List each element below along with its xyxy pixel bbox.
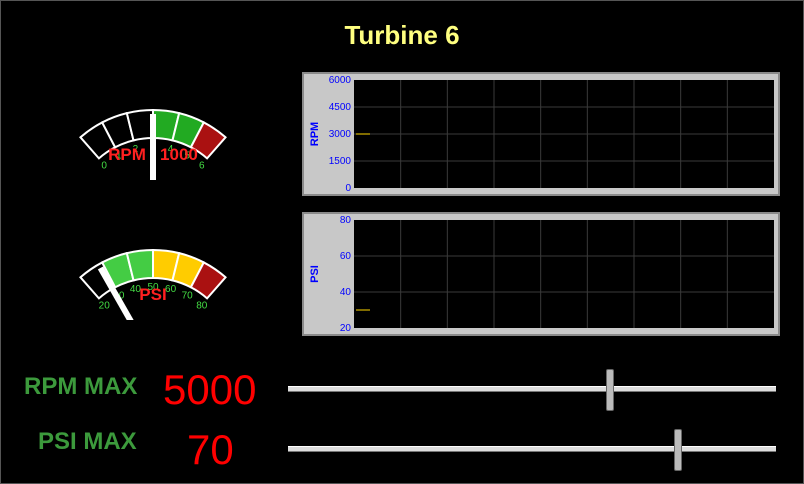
psi-max-value: 70 [187,426,234,473]
rpm-trend-chart: 6000 4500 3000 1500 0 RPM [302,72,780,196]
psi-y-tick-label: 20 [340,323,352,334]
rpm-max-slider-track[interactable] [288,369,776,411]
rpm-max-slider-thumb[interactable] [606,369,615,411]
rpm-max-value: 5000 [163,366,257,413]
rpm-max-label: RPM MAX [24,373,138,400]
psi-gauge-tick-label: 80 [196,300,208,311]
psi-gauge-tick-label: 20 [99,300,111,311]
psi-gauge-tick-label: 60 [165,284,177,295]
page-title: Turbine 6 [344,20,460,50]
rpm-gauge-tick-label: 6 [199,160,205,171]
rpm-gauge-tick-label: 0 [101,160,107,171]
psi-max-slider-track[interactable] [288,429,776,471]
psi-y-axis-label: PSI [309,265,321,283]
rpm-y-tick-label: 0 [345,183,351,194]
psi-gauge-tick-label: 70 [182,290,194,301]
psi-y-tick-label: 80 [340,215,352,226]
rpm-y-tick-label: 4500 [329,102,352,113]
psi-y-tick-label: 60 [340,251,352,262]
rpm-y-tick-label: 3000 [329,129,352,140]
psi-chart-svg: 80 60 40 20 PSI [309,215,774,334]
psi-max-slider-thumb[interactable] [674,429,683,471]
psi-y-tick-label: 40 [340,287,352,298]
rpm-y-axis-label: RPM [309,122,321,146]
psi-trend-chart: 80 60 40 20 PSI [302,212,780,336]
psi-plot-area [354,220,774,328]
psi-max-label: PSI MAX [38,428,137,455]
rpm-y-tick-label: 6000 [329,75,352,86]
psi-gauge-label: PSI [139,285,166,304]
rpm-gauge: 0123456 RPM / 1000 [79,108,227,180]
rpm-chart-svg: 6000 4500 3000 1500 0 RPM [309,75,774,194]
rpm-y-tick-label: 1500 [329,156,352,167]
psi-gauge: 20304050607080 PSI [79,248,227,320]
